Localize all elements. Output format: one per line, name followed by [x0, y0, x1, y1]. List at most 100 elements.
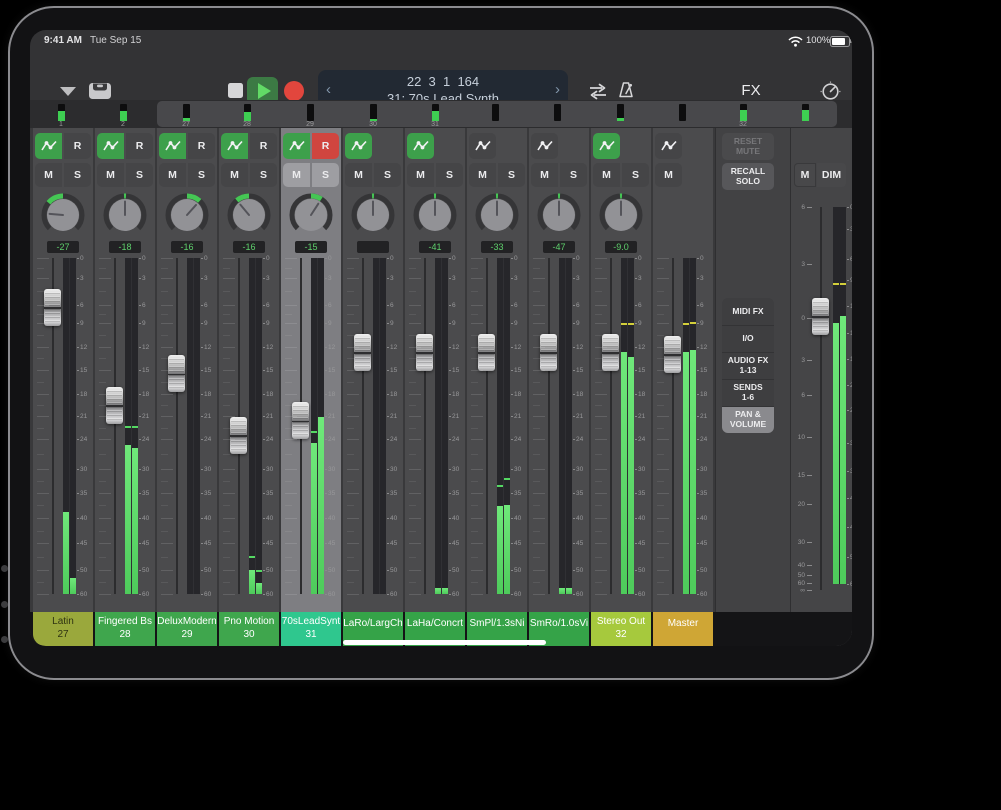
solo-button[interactable]: S	[312, 163, 339, 187]
fader-groove[interactable]	[610, 258, 612, 594]
pan-knob[interactable]	[164, 192, 210, 238]
fader-groove[interactable]	[114, 258, 116, 594]
mute-button[interactable]: M	[283, 163, 310, 187]
solo-button[interactable]: S	[250, 163, 277, 187]
record-enable-button[interactable]: R	[250, 133, 277, 159]
fader-tick-minor	[99, 314, 106, 315]
metronome-icon[interactable]	[616, 81, 636, 100]
mute-button[interactable]: M	[35, 163, 62, 187]
fader-groove[interactable]	[362, 258, 364, 594]
fader-groove[interactable]	[486, 258, 488, 594]
pan-knob[interactable]	[102, 192, 148, 238]
fader-cap[interactable]	[602, 334, 619, 371]
stop-button[interactable]	[228, 83, 243, 98]
mute-button[interactable]: M	[593, 163, 620, 187]
fader-cap[interactable]	[416, 334, 433, 371]
panel-section-button[interactable]: SENDS 1-6	[722, 379, 774, 406]
mute-button[interactable]: M	[345, 163, 372, 187]
mute-button[interactable]: M	[469, 163, 496, 187]
solo-button[interactable]: S	[188, 163, 215, 187]
solo-button[interactable]: S	[64, 163, 91, 187]
pan-knob[interactable]	[288, 192, 334, 238]
mute-button[interactable]: M	[97, 163, 124, 187]
cycle-loop-icon[interactable]	[586, 83, 610, 100]
record-enable-button[interactable]: R	[126, 133, 153, 159]
fader-cap[interactable]	[230, 417, 247, 454]
automation-button[interactable]	[531, 133, 558, 159]
meter-peak-right	[504, 478, 510, 480]
fader-groove[interactable]	[548, 258, 550, 594]
tray-icon[interactable]	[88, 82, 112, 100]
fader-groove[interactable]	[424, 258, 426, 594]
automation-button[interactable]	[469, 133, 496, 159]
fader-cap[interactable]	[106, 387, 123, 424]
pan-knob[interactable]	[598, 192, 644, 238]
automation-button[interactable]	[35, 133, 62, 159]
automation-button[interactable]	[593, 133, 620, 159]
fader-cap[interactable]	[478, 334, 495, 371]
track-label[interactable]: Master	[653, 612, 713, 646]
mute-button[interactable]: M	[655, 163, 682, 187]
meter-scale-tick	[449, 258, 451, 259]
record-enable-button[interactable]: R	[312, 133, 339, 159]
pan-knob[interactable]	[412, 192, 458, 238]
pan-knob[interactable]	[536, 192, 582, 238]
track-label[interactable]: Pno Motion 30	[219, 612, 279, 646]
master-fader-cap[interactable]	[812, 298, 829, 335]
next-track-chevron[interactable]: ›	[555, 81, 560, 98]
track-label[interactable]: Stereo Out 32	[591, 612, 651, 646]
settings-knob-icon[interactable]	[820, 81, 841, 102]
master-mute-button[interactable]: M	[794, 163, 816, 187]
panel-section-button[interactable]: AUDIO FX 1-13	[722, 352, 774, 379]
automation-button[interactable]	[655, 133, 682, 159]
automation-button[interactable]	[159, 133, 186, 159]
meter-bar-right	[70, 578, 76, 594]
fader-groove[interactable]	[176, 258, 178, 594]
solo-button[interactable]: S	[374, 163, 401, 187]
record-button[interactable]	[284, 81, 304, 101]
fader-groove[interactable]	[672, 258, 674, 594]
solo-button[interactable]: S	[622, 163, 649, 187]
master-dim-button[interactable]: DIM	[817, 163, 846, 187]
panel-section-button[interactable]: I/O	[722, 325, 774, 352]
mute-button[interactable]: M	[159, 163, 186, 187]
fader-cap[interactable]	[354, 334, 371, 371]
fader-cap[interactable]	[44, 289, 61, 326]
reset-mute-button[interactable]: RESET MUTE	[722, 133, 774, 160]
master-fader-groove[interactable]	[820, 207, 822, 590]
automation-button[interactable]	[221, 133, 248, 159]
fader-cap[interactable]	[540, 334, 557, 371]
fader-cap[interactable]	[292, 402, 309, 439]
solo-button[interactable]: S	[560, 163, 587, 187]
pan-knob[interactable]	[474, 192, 520, 238]
fader-cap[interactable]	[168, 355, 185, 392]
fader-cap[interactable]	[664, 336, 681, 373]
chevron-down-icon[interactable]	[60, 87, 76, 96]
record-enable-button[interactable]: R	[64, 133, 91, 159]
track-label[interactable]: Latin 27	[33, 612, 93, 646]
automation-button[interactable]	[345, 133, 372, 159]
meter-scale-tick	[201, 469, 203, 470]
track-label[interactable]: 70sLeadSynt 31	[281, 612, 341, 646]
mute-button[interactable]: M	[407, 163, 434, 187]
mute-button[interactable]: M	[531, 163, 558, 187]
pan-knob[interactable]	[226, 192, 272, 238]
solo-button[interactable]: S	[498, 163, 525, 187]
track-label[interactable]: DeluxModern 29	[157, 612, 217, 646]
automation-button[interactable]	[283, 133, 310, 159]
solo-button[interactable]: S	[126, 163, 153, 187]
recall-solo-button[interactable]: RECALL SOLO	[722, 163, 774, 190]
pan-knob[interactable]	[350, 192, 396, 238]
automation-button[interactable]	[407, 133, 434, 159]
panel-section-button[interactable]: MIDI FX	[722, 298, 774, 325]
pan-knob[interactable]	[40, 192, 86, 238]
record-enable-button[interactable]: R	[188, 133, 215, 159]
automation-button[interactable]	[97, 133, 124, 159]
fx-button[interactable]: FX	[731, 82, 771, 99]
solo-button[interactable]: S	[436, 163, 463, 187]
master-fader-scale-tick	[807, 575, 812, 576]
panel-section-button[interactable]: PAN & VOLUME	[722, 406, 774, 433]
track-label[interactable]: Fingered Bs 28	[95, 612, 155, 646]
sends-scroll-indicator[interactable]	[343, 640, 546, 645]
mute-button[interactable]: M	[221, 163, 248, 187]
